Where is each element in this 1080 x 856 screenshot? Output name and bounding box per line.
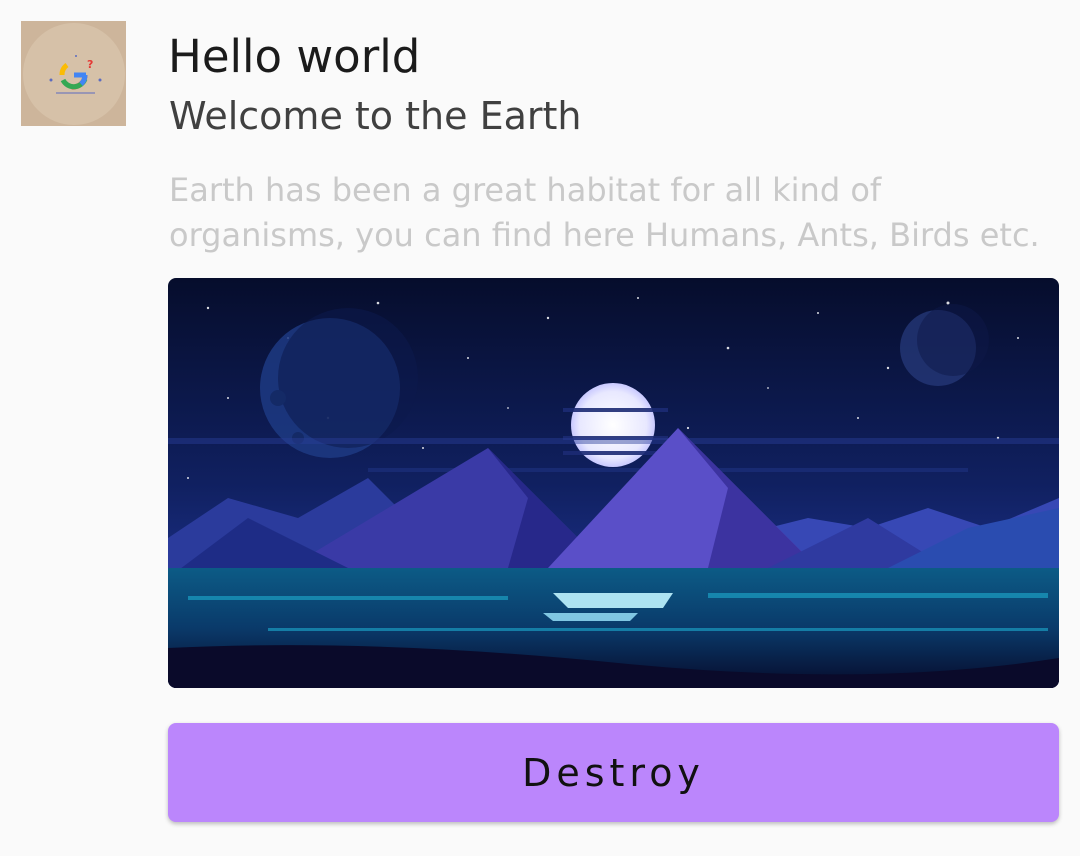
card-title: Hello world — [168, 30, 421, 83]
avatar: ? — [21, 21, 126, 126]
svg-text:?: ? — [87, 58, 93, 71]
card: ? Hello world Welcome to the Earth Earth… — [0, 0, 1080, 856]
hero-image — [168, 278, 1059, 688]
destroy-button[interactable]: Destroy — [168, 723, 1059, 822]
card-description: Earth has been a great habitat for all k… — [169, 171, 1040, 254]
night-mountain-landscape-image — [168, 278, 1059, 688]
avatar-circle: ? — [22, 22, 125, 125]
card-subtitle: Welcome to the Earth — [169, 94, 582, 138]
google-question-icon: ? — [49, 54, 101, 93]
